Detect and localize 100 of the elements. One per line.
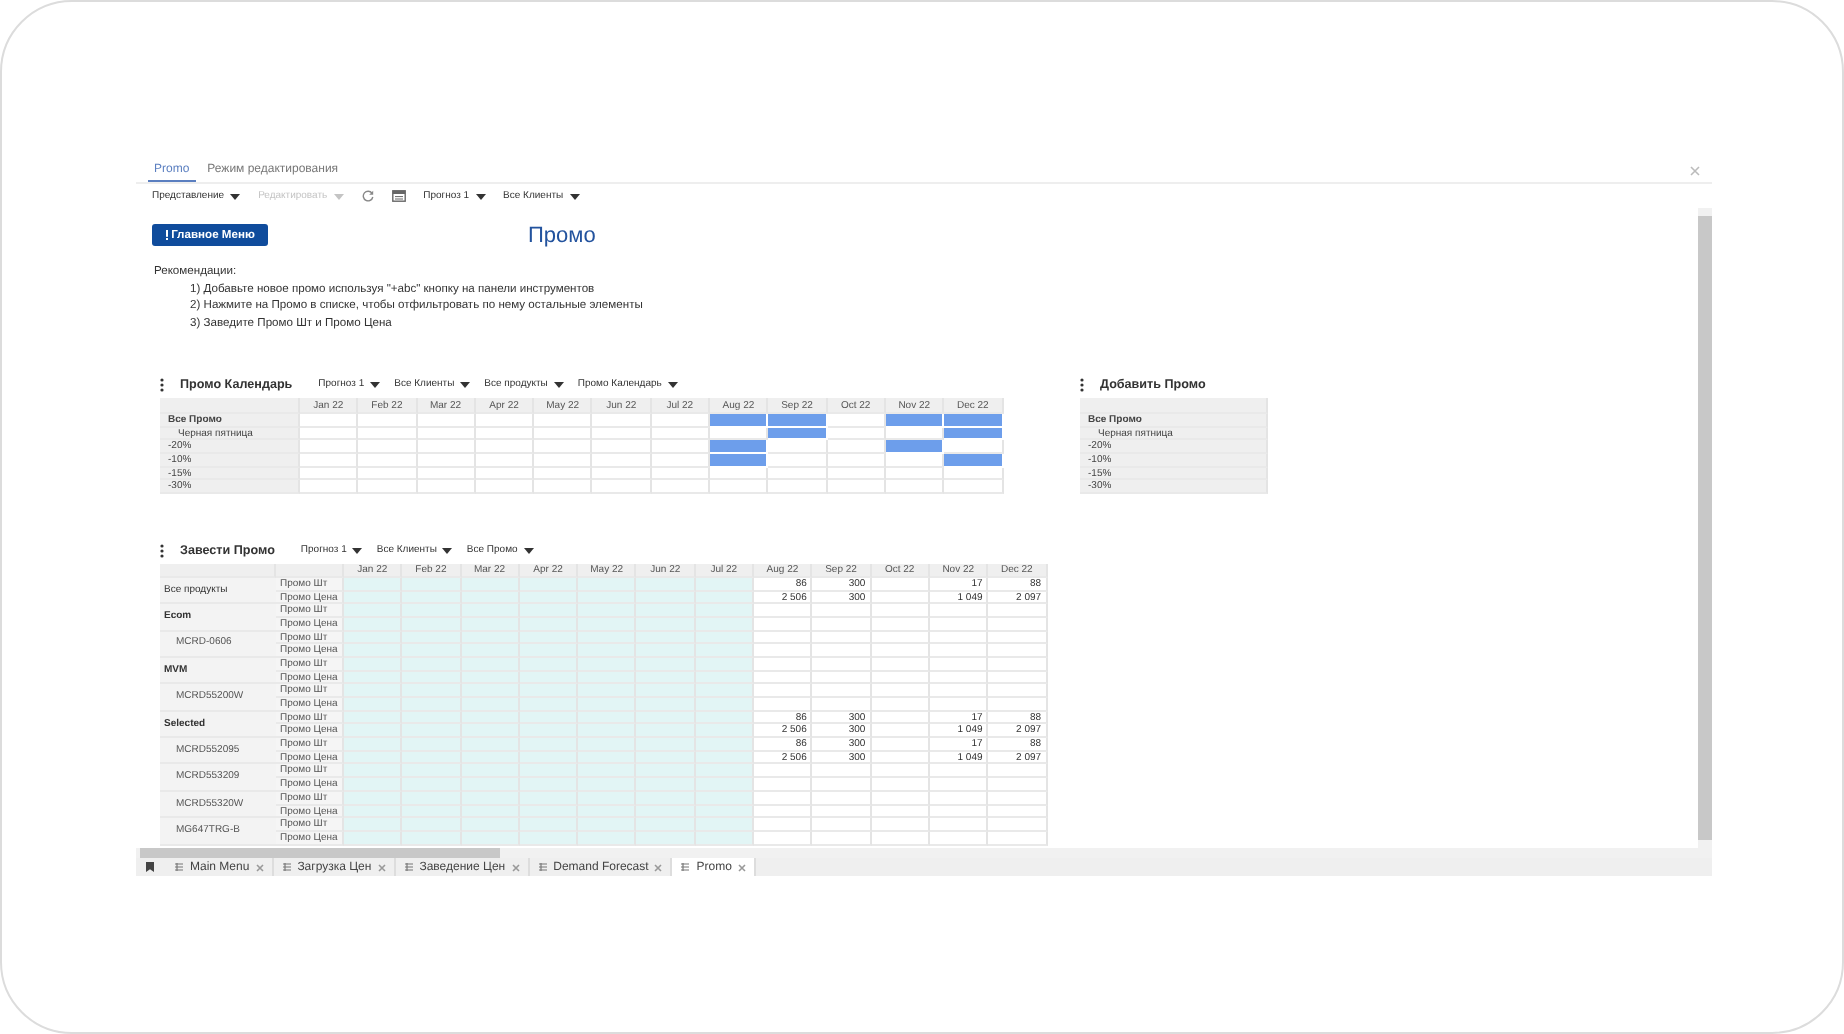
- table-cell[interactable]: [929, 831, 989, 846]
- table-cell[interactable]: [812, 604, 872, 618]
- table-cell[interactable]: [871, 657, 930, 672]
- table-cell[interactable]: [988, 831, 1048, 846]
- table-cell[interactable]: [871, 591, 930, 605]
- table-cell[interactable]: [988, 631, 1048, 645]
- table-cell[interactable]: [871, 577, 930, 591]
- scrollbar-thumb[interactable]: [1698, 216, 1712, 840]
- table-cell[interactable]: [812, 684, 872, 698]
- table-cell[interactable]: [929, 791, 989, 805]
- table-cell[interactable]: [929, 644, 989, 658]
- calendar-icon[interactable]: [391, 190, 406, 202]
- close-icon[interactable]: [1690, 166, 1700, 176]
- table-cell[interactable]: [871, 791, 930, 805]
- table-cell[interactable]: [695, 684, 755, 698]
- table-cell[interactable]: [812, 617, 872, 632]
- table-cell[interactable]: [871, 711, 930, 725]
- table-cell[interactable]: [929, 617, 989, 632]
- table-cell[interactable]: [988, 818, 1048, 832]
- table-cell[interactable]: [812, 831, 872, 846]
- table-cell[interactable]: [695, 604, 755, 618]
- table-cell[interactable]: [988, 805, 1048, 819]
- table-cell[interactable]: [754, 604, 813, 618]
- table-cell[interactable]: [754, 631, 813, 645]
- table-cell[interactable]: [929, 631, 989, 645]
- table-cell[interactable]: [871, 644, 930, 658]
- table-cell[interactable]: [812, 657, 872, 672]
- table-cell[interactable]: [754, 644, 813, 658]
- caret-icon: [460, 381, 471, 387]
- table-cell[interactable]: [812, 764, 872, 779]
- table-cell[interactable]: [988, 791, 1048, 805]
- table-cell[interactable]: [695, 644, 755, 658]
- close-icon[interactable]: [654, 863, 663, 871]
- table-cell[interactable]: [988, 698, 1048, 712]
- table-cell[interactable]: [754, 764, 813, 779]
- table-cell[interactable]: [988, 657, 1048, 672]
- table-cell[interactable]: [812, 818, 872, 832]
- refresh-icon[interactable]: [361, 190, 374, 202]
- table-cell[interactable]: [754, 657, 813, 672]
- table-cell[interactable]: [871, 671, 930, 685]
- table-cell[interactable]: [988, 764, 1048, 779]
- table-cell[interactable]: [754, 617, 813, 632]
- table-cell[interactable]: [929, 604, 989, 618]
- table-cell[interactable]: [871, 604, 930, 618]
- table-cell[interactable]: [871, 751, 930, 765]
- table-cell[interactable]: [695, 698, 755, 712]
- table-cell[interactable]: [871, 805, 930, 819]
- table-cell[interactable]: [754, 791, 813, 805]
- table-cell[interactable]: [695, 764, 755, 779]
- table-cell[interactable]: [812, 644, 872, 658]
- table-cell[interactable]: [929, 698, 989, 712]
- table-cell[interactable]: [871, 724, 930, 739]
- table-cell[interactable]: [695, 738, 755, 752]
- table-cell[interactable]: [988, 604, 1048, 618]
- close-icon[interactable]: [377, 863, 386, 871]
- close-icon[interactable]: [737, 863, 746, 871]
- grid-icon: [680, 862, 691, 872]
- page-title: Промо: [528, 223, 596, 247]
- table-cell[interactable]: [871, 684, 930, 698]
- table-cell[interactable]: [812, 791, 872, 805]
- table-cell[interactable]: [929, 684, 989, 698]
- table-cell[interactable]: [754, 684, 813, 698]
- table-cell[interactable]: [812, 698, 872, 712]
- table-cell[interactable]: [988, 684, 1048, 698]
- table-cell[interactable]: [929, 818, 989, 832]
- close-icon[interactable]: [255, 863, 264, 871]
- table-cell[interactable]: [929, 671, 989, 685]
- table-cell[interactable]: [988, 671, 1048, 685]
- table-cell[interactable]: [754, 698, 813, 712]
- table-cell[interactable]: [695, 818, 755, 832]
- table-cell[interactable]: [754, 818, 813, 832]
- bookmark-icon[interactable]: [146, 862, 154, 872]
- table-cell[interactable]: [754, 778, 813, 792]
- close-icon[interactable]: [511, 863, 520, 871]
- table-cell[interactable]: [754, 831, 813, 846]
- table-cell[interactable]: [695, 778, 755, 792]
- table-cell[interactable]: [812, 805, 872, 819]
- table-cell[interactable]: [871, 631, 930, 645]
- table-cell[interactable]: [988, 644, 1048, 658]
- table-cell[interactable]: [871, 831, 930, 846]
- table-cell[interactable]: [695, 724, 755, 739]
- table-cell[interactable]: [871, 778, 930, 792]
- table-cell[interactable]: [988, 778, 1048, 792]
- table-cell[interactable]: [871, 738, 930, 752]
- table-cell[interactable]: [812, 778, 872, 792]
- scrollbar-thumb[interactable]: [140, 848, 500, 858]
- table-cell[interactable]: [754, 805, 813, 819]
- table-cell[interactable]: [929, 764, 989, 779]
- table-cell[interactable]: [812, 671, 872, 685]
- table-cell[interactable]: [871, 617, 930, 632]
- table-cell[interactable]: [812, 631, 872, 645]
- table-cell[interactable]: [871, 764, 930, 779]
- table-cell[interactable]: [929, 657, 989, 672]
- table-cell[interactable]: [871, 698, 930, 712]
- caret-icon: [230, 193, 241, 199]
- table-cell[interactable]: [929, 778, 989, 792]
- table-cell[interactable]: [929, 805, 989, 819]
- table-cell[interactable]: [871, 818, 930, 832]
- table-cell[interactable]: [988, 617, 1048, 632]
- table-cell[interactable]: [754, 671, 813, 685]
